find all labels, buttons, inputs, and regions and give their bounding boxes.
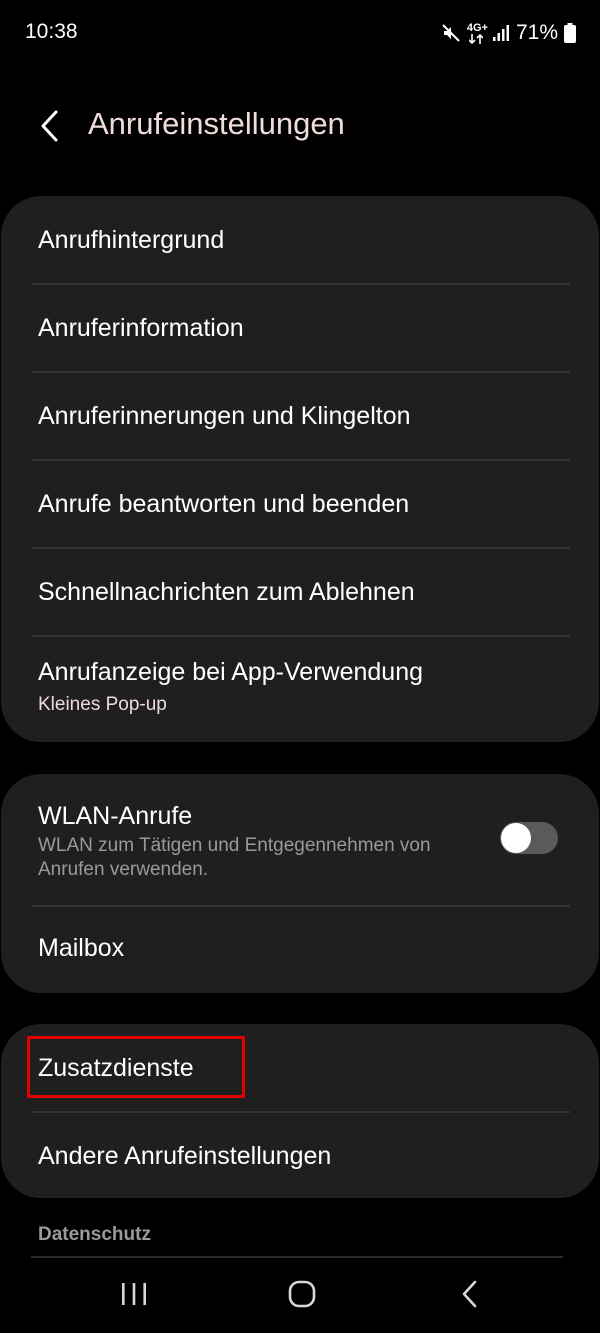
setting-call-display-app-use[interactable]: Anrufanzeige bei App-Verwendung Kleines … — [1, 636, 599, 742]
setting-title: Anruferinnerungen und Klingelton — [38, 402, 411, 430]
home-button[interactable] — [272, 1278, 332, 1314]
wifi-calling-toggle[interactable] — [500, 822, 558, 854]
setting-call-background[interactable]: Anrufhintergrund — [1, 196, 599, 284]
chevron-left-icon — [38, 109, 62, 148]
nav-back-button[interactable] — [440, 1278, 500, 1314]
setting-title: Anruferinformation — [38, 314, 244, 342]
toggle-knob — [501, 823, 531, 853]
setting-title: Mailbox — [38, 934, 125, 962]
setting-caller-info[interactable]: Anruferinformation — [1, 284, 599, 372]
recent-apps-icon — [120, 1281, 148, 1312]
settings-group-services: Zusatzdienste Andere Anrufeinstellungen — [1, 1024, 599, 1198]
divider — [31, 1256, 563, 1258]
network-label: 4G+ — [466, 21, 488, 34]
setting-title: Schnellnachrichten zum Ablehnen — [38, 578, 415, 606]
battery-percent: 71% — [515, 21, 558, 44]
setting-mailbox[interactable]: Mailbox — [1, 906, 599, 993]
setting-other-call-settings[interactable]: Andere Anrufeinstellungen — [1, 1112, 599, 1198]
recent-apps-button[interactable] — [104, 1278, 164, 1314]
setting-subtitle: Kleines Pop-up — [38, 694, 167, 715]
navigation-bar — [0, 1260, 600, 1333]
app-header: Anrufeinstellungen — [0, 98, 600, 158]
mute-icon — [441, 23, 461, 43]
setting-quick-decline-messages[interactable]: Schnellnachrichten zum Ablehnen — [1, 548, 599, 636]
home-icon — [288, 1280, 316, 1313]
setting-wifi-calling[interactable]: WLAN-Anrufe WLAN zum Tätigen und Entgege… — [1, 774, 599, 905]
setting-title: Anrufanzeige bei App-Verwendung — [38, 658, 424, 686]
network-4g-icon: 4G+ — [466, 21, 488, 44]
section-header-privacy: Datenschutz — [38, 1224, 151, 1245]
setting-supplementary-services[interactable]: Zusatzdienste — [1, 1024, 599, 1111]
setting-answer-end-calls[interactable]: Anrufe beantworten und beenden — [1, 460, 599, 548]
status-bar: 10:38 4G+ 71% — [0, 0, 600, 66]
back-button[interactable] — [28, 102, 72, 154]
back-icon — [460, 1279, 480, 1314]
setting-title: Zusatzdienste — [38, 1054, 194, 1082]
settings-group-call: Anrufhintergrund Anruferinformation Anru… — [1, 196, 599, 742]
setting-title: Anrufe beantworten und beenden — [38, 490, 410, 518]
settings-group-wifi-mailbox: WLAN-Anrufe WLAN zum Tätigen und Entgege… — [1, 774, 599, 993]
setting-title: WLAN-Anrufe — [38, 802, 193, 830]
setting-title: Andere Anrufeinstellungen — [38, 1142, 332, 1170]
status-icons: 4G+ 71% — [441, 20, 576, 46]
status-time: 10:38 — [25, 20, 78, 43]
page-title: Anrufeinstellungen — [88, 106, 345, 141]
setting-title: Anrufhintergrund — [38, 226, 225, 254]
setting-description: WLAN zum Tätigen und Entgegennehmen von … — [38, 835, 431, 880]
setting-call-alerts-ringtone[interactable]: Anruferinnerungen und Klingelton — [1, 372, 599, 460]
signal-icon — [492, 24, 510, 42]
battery-icon — [564, 23, 576, 43]
